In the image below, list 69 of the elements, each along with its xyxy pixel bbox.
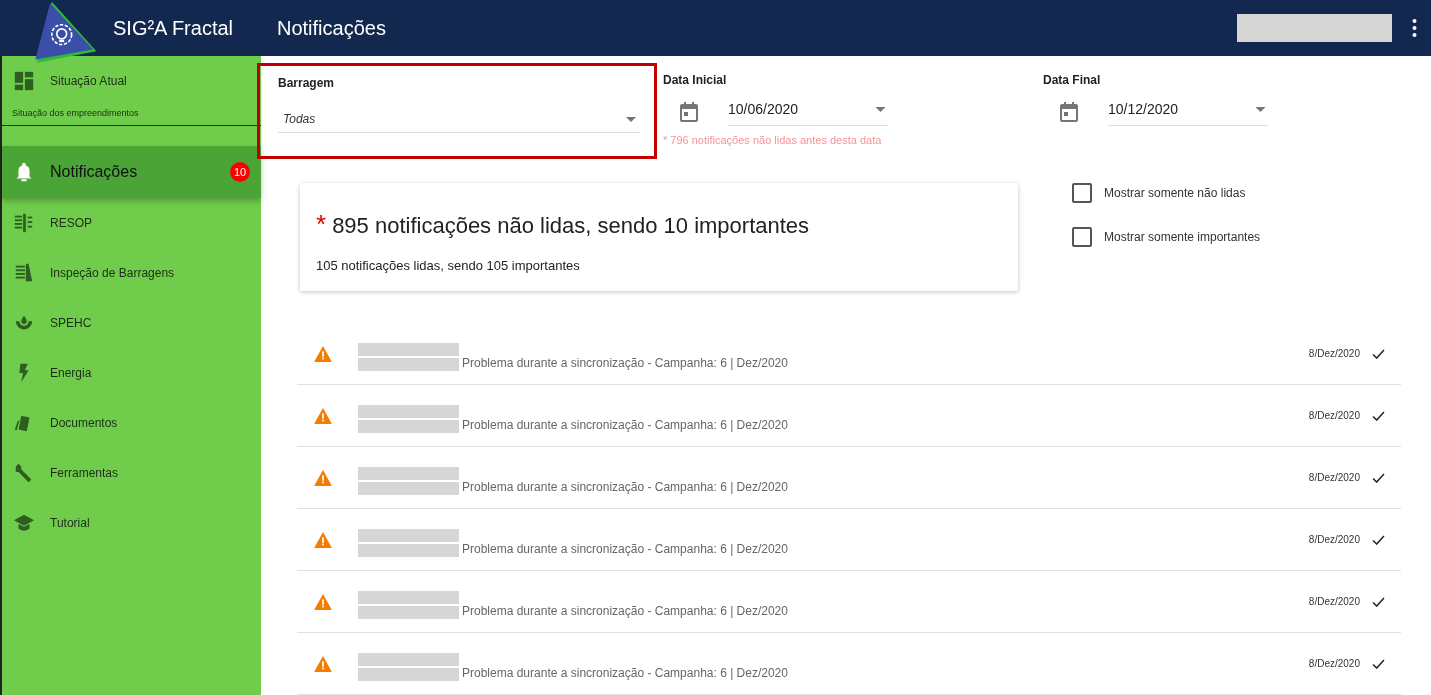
warning-icon: [314, 655, 332, 672]
date-select[interactable]: 10/12/2020: [1108, 97, 1268, 126]
warning-icon: [314, 345, 332, 362]
notification-text[interactable]: Problema durante a sincronização - Campanha: 6 | Dez/2020: [462, 603, 788, 618]
sidebar-item[interactable]: SPEHC: [2, 298, 261, 348]
check-icon[interactable]: [1372, 596, 1385, 607]
sidebar-label: Inspeção de Barragens: [50, 266, 175, 280]
sidebar-item[interactable]: Tutorial: [2, 498, 261, 548]
notification-date: 8/Dez/2020: [1308, 596, 1360, 607]
sidebar-item[interactable]: Situação Atual Situação dos empreendimentos: [2, 56, 261, 126]
sidebar-label: Documentos: [50, 416, 118, 430]
check-icon[interactable]: [1372, 348, 1385, 359]
notification-text[interactable]: Problema durante a sincronização - Campanha: 6 | Dez/2020: [462, 417, 788, 432]
notification-date: 8/Dez/2020: [1308, 410, 1360, 421]
more-icon[interactable]: [1412, 19, 1417, 37]
count-badge: 10: [230, 162, 250, 182]
grid-icon: [13, 212, 35, 234]
calendar-icon[interactable]: [680, 101, 698, 122]
date-select[interactable]: 10/06/2020: [728, 97, 888, 126]
sidebar-label: Ferramentas: [50, 466, 119, 480]
calendar-icon[interactable]: [1060, 101, 1078, 122]
notification-date: 8/Dez/2020: [1308, 472, 1360, 483]
sidebar-subtitle: Situação dos empreendimentos: [12, 108, 140, 118]
sidebar-item[interactable]: RESOP: [2, 198, 261, 248]
check-icon[interactable]: [1372, 410, 1385, 421]
warning-icon: [314, 469, 332, 486]
date-note: * 796 notificações não lidas antes desta data: [663, 134, 883, 146]
field-label: Data Inicial: [663, 73, 728, 87]
notification-text[interactable]: Problema durante a sincronização - Campanha: 6 | Dez/2020: [462, 541, 788, 556]
notification-date: 8/Dez/2020: [1308, 534, 1360, 545]
sidebar-label: Tutorial: [50, 516, 90, 530]
sidebar-label: Energia: [50, 366, 92, 380]
summary-headline: 895 notificações não lidas, sendo 10 importantes: [332, 213, 810, 240]
sidebar-label: RESOP: [50, 216, 92, 230]
field-label: Data Final: [1043, 73, 1102, 87]
caret-icon: [875, 106, 886, 112]
asterisk-mark: *: [316, 209, 327, 241]
dam-select[interactable]: Todas: [278, 112, 640, 133]
checkbox-label: Mostrar somente importantes: [1104, 230, 1261, 245]
sidebar-item[interactable]: Energia: [2, 348, 261, 398]
notification-text[interactable]: Problema durante a sincronização - Campanha: 6 | Dez/2020: [462, 665, 788, 680]
check-icon[interactable]: [1372, 472, 1385, 483]
sidebar-label: Situação Atual: [50, 74, 127, 88]
checkbox[interactable]: [1072, 227, 1092, 248]
sidebar-label: SPEHC: [50, 316, 92, 330]
page-title: Notificações: [277, 16, 386, 40]
checkbox-label: Mostrar somente não lidas: [1104, 186, 1246, 201]
sidebar-item[interactable]: Inspeção de Barragens: [2, 248, 261, 298]
notification-date: 8/Dez/2020: [1308, 348, 1360, 359]
dashboard-icon: [13, 70, 35, 92]
field-label: Barragem: [278, 76, 336, 90]
checkbox[interactable]: [1072, 183, 1092, 204]
notification-text[interactable]: Problema durante a sincronização - Campanha: 6 | Dez/2020: [462, 355, 788, 370]
check-icon[interactable]: [1372, 658, 1385, 669]
summary-subline: 105 notificações lidas, sendo 105 importantes: [316, 258, 581, 274]
sidebar-item[interactable]: Documentos: [2, 398, 261, 448]
warning-icon: [314, 593, 332, 610]
check-icon[interactable]: [1372, 534, 1385, 545]
notification-date: 8/Dez/2020: [1308, 658, 1360, 669]
sidebar-item[interactable]: Ferramentas: [2, 448, 261, 498]
notification-text[interactable]: Problema durante a sincronização - Campanha: 6 | Dez/2020: [462, 479, 788, 494]
bars-icon: [13, 262, 35, 284]
app-name: SIG²A Fractal: [113, 16, 235, 40]
sidebar-label: Notificações: [50, 163, 138, 181]
caret-icon: [1255, 106, 1266, 112]
sidebar-item[interactable]: Notificações 10: [2, 146, 261, 198]
caret-icon: [626, 116, 636, 122]
warning-icon: [314, 407, 332, 424]
warning-icon: [314, 531, 332, 548]
